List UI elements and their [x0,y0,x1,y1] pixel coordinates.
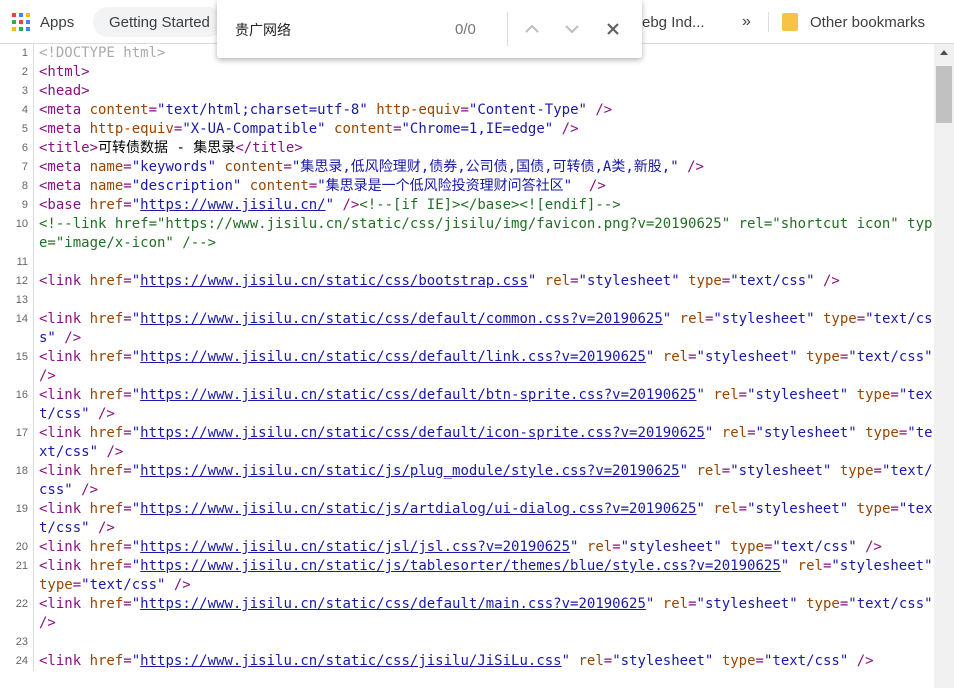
line-content: <head> [39,83,90,99]
find-close-button[interactable] [600,17,626,41]
line-content: <link href="https://www.jisilu.cn/static… [39,653,874,669]
line-number: 18 [0,462,34,500]
line-content: <html> [39,64,90,80]
apps-grid-icon [12,13,30,31]
line-number: 7 [0,158,34,177]
line-number: 12 [0,272,34,291]
line-content: <link href="https://www.jisilu.cn/static… [39,539,882,555]
line-number: 11 [0,253,34,272]
line-number: 3 [0,82,34,101]
find-next-button[interactable] [559,17,585,41]
find-match-count: 0/0 [455,21,476,38]
line-number: 15 [0,348,34,386]
scrollbar-thumb[interactable] [936,66,952,123]
line-number: 13 [0,291,34,310]
source-line: 16 <link href="https://www.jisilu.cn/stat… [0,386,934,424]
line-content: <meta name="keywords" content="集思录,低风险理财… [39,159,704,175]
line-content: <link href="https://www.jisilu.cn/static… [39,311,933,346]
line-content [34,253,934,272]
find-previous-button[interactable] [519,17,545,41]
line-number: 1 [0,44,34,63]
chevron-down-icon [565,25,579,34]
line-number: 17 [0,424,34,462]
bookmarks-separator [768,12,769,32]
line-content: <title>可转债数据 - 集思录</title> [39,140,303,156]
line-content: <meta http-equiv="X-UA-Compatible" conte… [39,121,579,137]
line-content: <link href="https://www.jisilu.cn/static… [39,463,933,498]
source-line: 4 <meta content="text/html;charset=utf-8"… [0,101,934,120]
line-content: <base href="https://www.jisilu.cn/" /><!… [39,197,621,213]
source-line: 3 <head> [0,82,934,101]
source-line: 6 <title>可转债数据 - 集思录</title> [0,139,934,158]
line-content: <link href="https://www.jisilu.cn/static… [39,273,840,289]
line-number: 23 [0,633,34,652]
source-line: 7 <meta name="keywords" content="集思录,低风险理… [0,158,934,177]
chevron-up-icon [525,24,539,33]
find-bar-separator [507,12,508,46]
line-content: <link href="https://www.jisilu.cn/static… [39,558,933,593]
source-line: 17 <link href="https://www.jisilu.cn/stat… [0,424,934,462]
source-line: 14 <link href="https://www.jisilu.cn/stat… [0,310,934,348]
other-bookmarks-label: Other bookmarks [810,13,926,31]
line-content: <link href="https://www.jisilu.cn/static… [39,425,933,460]
source-line: 19 <link href="https://www.jisilu.cn/stat… [0,500,934,538]
source-line: 24 <link href="https://www.jisilu.cn/stat… [0,652,934,671]
folder-icon [782,13,798,31]
source-line: 2 <html> [0,63,934,82]
line-number: 19 [0,500,34,538]
line-content: <link href="https://www.jisilu.cn/static… [39,387,933,422]
source-line: 11 [0,253,934,272]
bookmark-label: ebg Ind... [642,13,705,31]
other-bookmarks[interactable]: Other bookmarks [782,7,925,37]
source-line: 21 <link href="https://www.jisilu.cn/stat… [0,557,934,595]
source-line: 8 <meta name="description" content="集思录是一… [0,177,934,196]
source-line: 12 <link href="https://www.jisilu.cn/stat… [0,272,934,291]
apps-label: Apps [40,13,75,31]
line-number: 6 [0,139,34,158]
line-number: 21 [0,557,34,595]
line-content [34,291,934,310]
apps-shortcut[interactable]: Apps [12,7,74,37]
source-line: 20 <link href="https://www.jisilu.cn/stat… [0,538,934,557]
line-number: 14 [0,310,34,348]
source-line: 13 [0,291,934,310]
line-number: 24 [0,652,34,671]
line-content: <link href="https://www.jisilu.cn/static… [39,349,933,384]
scroll-up-arrow-icon[interactable] [940,50,948,55]
line-number: 20 [0,538,34,557]
bookmark-ebg[interactable]: ebg Ind... [642,7,705,37]
find-input[interactable] [235,20,445,40]
source-line: 15 <link href="https://www.jisilu.cn/stat… [0,348,934,386]
bookmark-getting-started[interactable]: Getting Started [93,7,223,37]
source-line: 18 <link href="https://www.jisilu.cn/stat… [0,462,934,500]
line-content: <meta name="description" content="集思录是一个… [39,178,606,194]
source-line: 10 <!--link href="https://www.jisilu.cn/s… [0,215,934,253]
line-content [34,633,934,652]
line-number: 22 [0,595,34,633]
source-line: 5 <meta http-equiv="X-UA-Compatible" cont… [0,120,934,139]
bookmark-label: Getting Started [109,13,210,31]
line-number: 10 [0,215,34,253]
line-number: 9 [0,196,34,215]
line-number: 4 [0,101,34,120]
line-number: 8 [0,177,34,196]
chevron-double-right-icon: » [742,13,751,30]
close-icon [607,23,619,35]
line-number: 16 [0,386,34,424]
line-content: <meta content="text/html;charset=utf-8" … [39,102,613,118]
line-number: 2 [0,63,34,82]
line-number: 5 [0,120,34,139]
line-content: <link href="https://www.jisilu.cn/static… [39,501,933,536]
source-view: 1 <!DOCTYPE html> 2 <html> 3 <head> 4 <meta con… [0,44,934,688]
source-line: 22 <link href="https://www.jisilu.cn/stat… [0,595,934,633]
vertical-scrollbar[interactable] [934,44,954,688]
bookmarks-overflow-button[interactable]: » [742,7,751,37]
source-line: 9 <base href="https://www.jisilu.cn/" /><… [0,196,934,215]
line-content: <link href="https://www.jisilu.cn/static… [39,596,933,631]
source-line: 23 [0,633,934,652]
line-content: <!--link href="https://www.jisilu.cn/sta… [39,216,933,251]
find-bar: 0/0 [217,0,642,58]
